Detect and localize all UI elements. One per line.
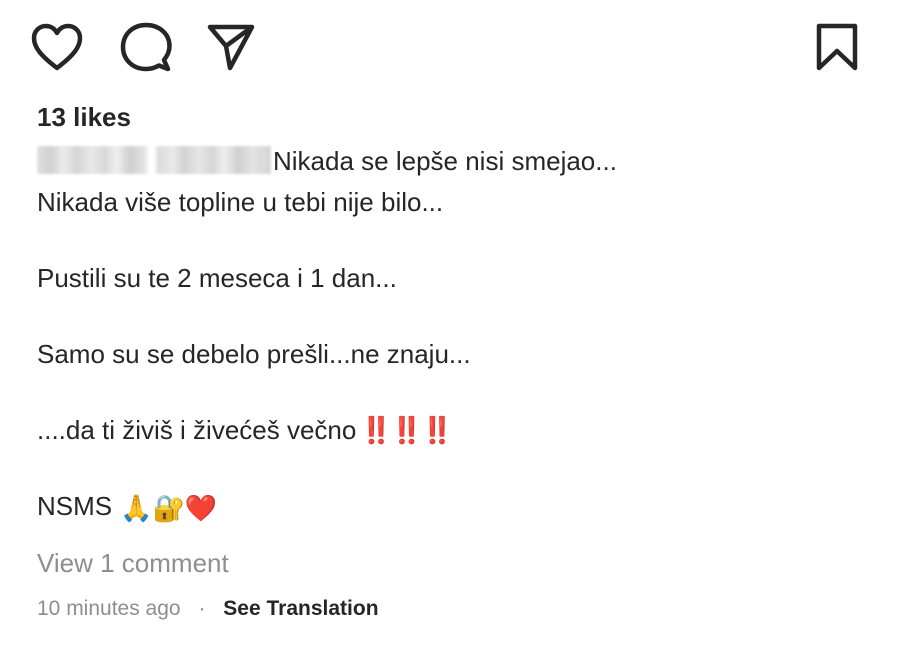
see-translation-button[interactable]: See Translation (223, 597, 378, 620)
view-comments-link[interactable]: View 1 comment (37, 543, 229, 583)
blurred-username[interactable] (37, 146, 271, 174)
pray-lock-heart-emojis: 🙏🔐❤️ (120, 492, 218, 523)
bookmark-icon[interactable] (814, 22, 860, 72)
paper-plane-icon[interactable] (206, 22, 256, 72)
caption-signoff: NSMS 🙏🔐❤️ (37, 486, 877, 527)
likes-count[interactable]: 13 likes (37, 100, 131, 134)
post-action-bar (0, 0, 900, 100)
meta-separator: · (198, 597, 206, 620)
caption-line-1: Nikada se lepše nisi smejao... (37, 141, 877, 182)
caption-line-4: Samo su se debelo prešli...ne znaju... (37, 339, 471, 369)
heart-outline-icon[interactable] (30, 22, 84, 72)
caption-line-3: Pustili su te 2 meseca i 1 dan... (37, 263, 397, 293)
caption-line-2: Nikada više topline u tebi nije bilo... (37, 187, 444, 217)
caption-line-5: ....da ti živiš i živećeš večno ‼️‼️‼️ (37, 415, 453, 446)
post-meta: 10 minutes ago · See Translation (37, 594, 379, 624)
timestamp: 10 minutes ago (37, 597, 181, 620)
post-caption: Nikada se lepše nisi smejao... Nikada vi… (37, 141, 877, 527)
double-exclamation-emojis: ‼️‼️‼️ (360, 416, 453, 446)
speech-bubble-icon[interactable] (120, 22, 172, 74)
